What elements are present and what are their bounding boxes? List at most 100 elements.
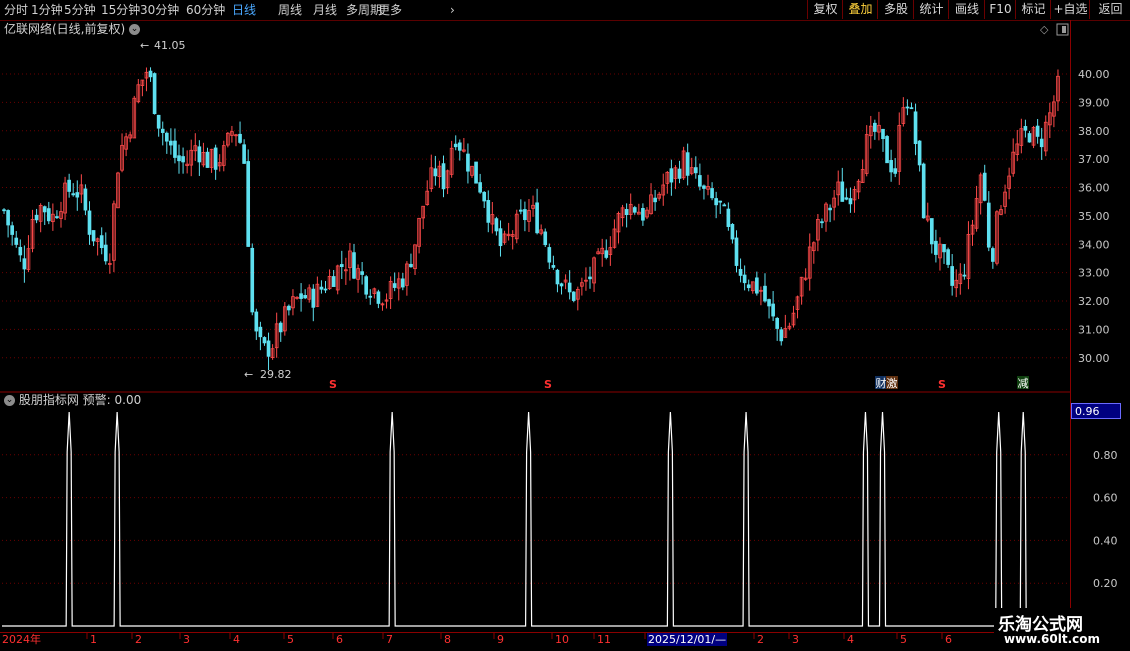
candle-body	[103, 244, 108, 262]
candle-body	[848, 198, 853, 205]
candle-body	[278, 322, 283, 333]
candle-body	[1039, 138, 1044, 148]
candle-body	[319, 286, 324, 290]
candle-body	[55, 216, 59, 219]
candle-body	[726, 208, 731, 227]
candle-body	[722, 204, 727, 207]
candle-body	[409, 263, 413, 268]
indicator-title-bar: ⌄ 股朋指标网 预警: 0.00	[4, 393, 141, 407]
candle-body	[486, 200, 491, 223]
candle-body	[392, 283, 397, 288]
candle-body	[653, 197, 657, 203]
candle-body	[352, 252, 356, 279]
candle-body	[742, 274, 747, 284]
candle-body	[474, 161, 478, 184]
candle-body	[820, 221, 824, 224]
candle-body	[205, 151, 210, 168]
candle-body	[99, 235, 104, 249]
candle-body	[478, 182, 482, 193]
candle-body	[91, 230, 96, 242]
candle-body	[498, 228, 503, 247]
candle-body	[755, 277, 759, 294]
candle-body	[87, 210, 92, 235]
candle-body	[457, 142, 462, 151]
candle-body	[738, 268, 743, 276]
candle-body	[929, 218, 934, 245]
candle-body	[551, 265, 556, 268]
candle-body	[982, 172, 987, 201]
candle-body	[763, 285, 767, 302]
candle-body	[466, 153, 470, 172]
candle-body	[1035, 125, 1040, 137]
candle-body	[46, 208, 51, 222]
candle-body	[22, 258, 27, 270]
candle-body	[917, 140, 922, 166]
badge-text: 财	[876, 376, 887, 390]
candle-body	[885, 136, 889, 164]
candle-body	[991, 248, 995, 262]
candle-body	[331, 276, 336, 287]
candle-body	[482, 191, 487, 202]
candle-body	[905, 106, 910, 109]
candle-body	[710, 188, 714, 199]
candle-body	[160, 128, 165, 133]
candle-body	[921, 163, 926, 219]
candle-body	[779, 329, 784, 342]
candle-body	[376, 291, 381, 304]
candle-body	[535, 202, 539, 234]
candle-body	[6, 210, 10, 226]
candle-body	[950, 266, 954, 286]
candle-body	[559, 283, 564, 287]
candle-body	[453, 143, 458, 148]
high-price-value: 41.05	[154, 39, 186, 52]
candle-body	[677, 168, 682, 179]
candle-body	[254, 311, 259, 332]
candle-body	[246, 161, 251, 247]
candle-body	[213, 147, 218, 170]
candle-body	[287, 305, 291, 311]
candle-body	[942, 244, 946, 253]
candle-body	[169, 140, 173, 146]
candle-body	[889, 160, 893, 173]
candle-body	[714, 198, 718, 206]
candle-body	[730, 224, 735, 240]
candle-body	[641, 208, 645, 221]
candle-body	[10, 225, 14, 235]
candle-body	[962, 274, 967, 277]
candle-body	[494, 218, 499, 232]
candle-body	[746, 284, 751, 289]
candle-body	[543, 231, 548, 246]
candle-body	[152, 73, 157, 115]
candle-body	[181, 156, 185, 163]
candle-body	[1023, 126, 1028, 131]
candle-body	[258, 326, 263, 338]
candle-body	[986, 202, 991, 248]
candle-body	[173, 140, 177, 158]
candle-body	[571, 291, 576, 301]
indicator-grid	[2, 454, 1068, 584]
candle-body	[156, 114, 161, 129]
candle-body	[702, 185, 706, 189]
candle-body	[67, 179, 71, 192]
candle-body	[913, 111, 918, 145]
candle-body	[42, 206, 47, 213]
badge-text: 激	[887, 376, 898, 390]
candle-body	[164, 132, 169, 142]
candle-body	[840, 181, 845, 202]
candle-body	[364, 276, 369, 295]
candles-group	[2, 67, 1060, 371]
candle-body	[893, 168, 898, 174]
low-price-value: 29.82	[260, 368, 292, 381]
candle-body	[624, 209, 629, 216]
panel-toggle-icon-fill	[1062, 26, 1066, 33]
chevron-down-icon[interactable]: ⌄	[4, 395, 15, 406]
candle-body	[828, 207, 832, 211]
indicator-line-group	[2, 411, 1068, 627]
main-grid	[0, 73, 1070, 393]
candle-body	[693, 167, 698, 174]
diamond-icon[interactable]: ◇	[1040, 23, 1049, 36]
date-axis	[0, 632, 1070, 651]
candle-body	[148, 70, 153, 78]
candle-body	[934, 240, 938, 255]
candle-body	[2, 209, 6, 212]
